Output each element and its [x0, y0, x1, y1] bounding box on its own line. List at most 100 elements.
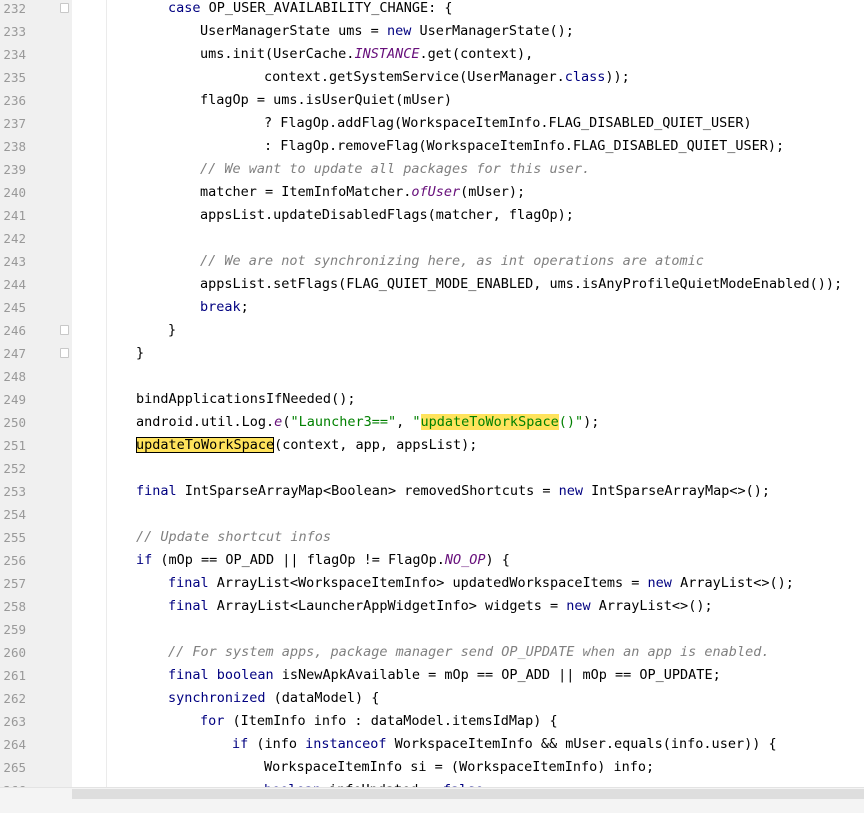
code-line: 234 ums.init(UserCache.INSTANCE.get(conte…	[0, 43, 864, 66]
code-token: (dataModel) {	[265, 690, 380, 706]
code-token: ArrayList<>();	[590, 598, 713, 614]
code-line: 242	[0, 227, 864, 250]
code-token: : FlagOp.removeFlag(WorkspaceItemInfo.FL…	[264, 138, 785, 154]
code-text: final ArrayList<LauncherAppWidgetInfo> w…	[168, 595, 713, 618]
code-token: }	[168, 322, 177, 338]
line-number: 242	[3, 231, 26, 246]
line-number: 239	[3, 162, 26, 177]
code-token: context.getSystemService(UserManager.	[264, 69, 565, 85]
code-line: 257 final ArrayList<WorkspaceItemInfo> up…	[0, 572, 864, 595]
line-number: 244	[3, 277, 26, 292]
code-text: appsList.setFlags(FLAG_QUIET_MODE_ENABLE…	[200, 273, 842, 296]
code-token: if	[232, 736, 249, 752]
code-line: 255 // Update shortcut infos	[0, 526, 864, 549]
code-token: if	[136, 552, 153, 568]
code-token: ;	[240, 299, 249, 315]
fold-marker-icon[interactable]	[60, 348, 69, 358]
code-token: instanceof	[305, 736, 387, 752]
line-number: 265	[3, 760, 26, 775]
line-number: 232	[3, 1, 26, 16]
code-text: final ArrayList<WorkspaceItemInfo> updat…	[168, 572, 794, 595]
code-token: ArrayList<LauncherAppWidgetInfo> widgets…	[208, 598, 567, 614]
code-token: );	[583, 414, 600, 430]
search-highlight: updateToWorkSpace	[420, 414, 559, 430]
code-token: isNewApkAvailable = mOp == OP_ADD || mOp…	[273, 667, 721, 683]
code-token: // We are not synchronizing here, as int…	[200, 253, 704, 269]
code-token: WorkspaceItemInfo si = (WorkspaceItemInf…	[264, 759, 655, 775]
code-text: // Update shortcut infos	[136, 526, 331, 549]
search-highlight: updateToWorkSpace	[136, 437, 275, 453]
code-line: 247}	[0, 342, 864, 365]
code-token: (context, app, appsList);	[274, 437, 478, 453]
code-token: INSTANCE	[354, 46, 420, 62]
line-number: 240	[3, 185, 26, 200]
code-token: ()"	[558, 414, 584, 430]
code-text: break;	[200, 296, 249, 319]
code-token: "Launcher3=="	[290, 414, 397, 430]
code-token: ) {	[485, 552, 510, 568]
code-editor[interactable]: 232 case OP_USER_AVAILABILITY_CHANGE: {23…	[0, 0, 864, 813]
line-number: 259	[3, 622, 26, 637]
code-token: ums.init(UserCache.	[200, 46, 355, 62]
code-line: 261 final boolean isNewApkAvailable = mOp…	[0, 664, 864, 687]
code-token: new	[566, 598, 591, 614]
code-text: flagOp = ums.isUserQuiet(mUser)	[200, 89, 452, 112]
code-text: if (info instanceof WorkspaceItemInfo &&…	[232, 733, 777, 756]
code-text: final IntSparseArrayMap<Boolean> removed…	[136, 480, 770, 503]
line-number: 248	[3, 369, 26, 384]
code-line: 254	[0, 503, 864, 526]
code-line: 245 break;	[0, 296, 864, 319]
code-token: appsList.updateDisabledFlags(matcher, fl…	[200, 207, 574, 223]
code-token: ));	[605, 69, 630, 85]
line-number: 237	[3, 116, 26, 131]
code-text: ums.init(UserCache.INSTANCE.get(context)…	[200, 43, 533, 66]
code-token: final boolean	[168, 667, 274, 683]
code-text: bindApplicationsIfNeeded();	[136, 388, 355, 411]
code-line: 263 for (ItemInfo info : dataModel.itemsI…	[0, 710, 864, 733]
code-token: (mUser);	[460, 184, 526, 200]
line-number: 256	[3, 553, 26, 568]
code-token: .get(context),	[419, 46, 534, 62]
code-text: synchronized (dataModel) {	[168, 687, 379, 710]
code-token: android.util.Log.	[136, 414, 275, 430]
code-line: 252	[0, 457, 864, 480]
code-text: appsList.updateDisabledFlags(matcher, fl…	[200, 204, 574, 227]
code-text: ? FlagOp.addFlag(WorkspaceItemInfo.FLAG_…	[264, 112, 752, 135]
code-token: ArrayList<>();	[671, 575, 794, 591]
code-token: ,	[396, 414, 413, 430]
code-line: 250 android.util.Log.e("Launcher3==", "up…	[0, 411, 864, 434]
fold-marker-icon[interactable]	[60, 325, 69, 335]
fold-marker-icon[interactable]	[60, 3, 69, 13]
code-line: 253 final IntSparseArrayMap<Boolean> remo…	[0, 480, 864, 503]
code-token: appsList.setFlags(FLAG_QUIET_MODE_ENABLE…	[200, 276, 843, 292]
line-number: 254	[3, 507, 26, 522]
code-token: }	[136, 345, 145, 361]
line-number: 252	[3, 461, 26, 476]
code-line: 236 flagOp = ums.isUserQuiet(mUser)	[0, 89, 864, 112]
code-text: }	[136, 342, 144, 365]
code-line: 248	[0, 365, 864, 388]
code-text: }	[168, 319, 176, 342]
code-token: new	[558, 483, 584, 499]
code-line: 264 if (info instanceof WorkspaceItemInfo…	[0, 733, 864, 756]
code-line: 241 appsList.updateDisabledFlags(matcher,…	[0, 204, 864, 227]
code-token: // We want to update all packages for th…	[200, 161, 591, 177]
code-line: 238 : FlagOp.removeFlag(WorkspaceItemInfo…	[0, 135, 864, 158]
code-token: new	[386, 23, 412, 39]
code-token: class	[564, 69, 606, 85]
code-token: OP_USER_AVAILABILITY_CHANGE: {	[200, 0, 453, 16]
line-number: 238	[3, 139, 26, 154]
code-token: (info	[248, 736, 306, 752]
code-text: matcher = ItemInfoMatcher.ofUser(mUser);	[200, 181, 525, 204]
code-line: 246}	[0, 319, 864, 342]
code-token: ofUser	[411, 184, 461, 200]
line-number: 245	[3, 300, 26, 315]
horizontal-scrollbar-thumb[interactable]	[72, 789, 864, 799]
code-text: case OP_USER_AVAILABILITY_CHANGE: {	[168, 0, 452, 20]
horizontal-scrollbar[interactable]	[0, 787, 864, 813]
code-token: WorkspaceItemInfo && mUser.equals(info.u…	[386, 736, 777, 752]
line-number: 247	[3, 346, 26, 361]
code-line: 233 UserManagerState ums = new UserManage…	[0, 20, 864, 43]
line-number: 262	[3, 691, 26, 706]
line-number: 233	[3, 24, 26, 39]
